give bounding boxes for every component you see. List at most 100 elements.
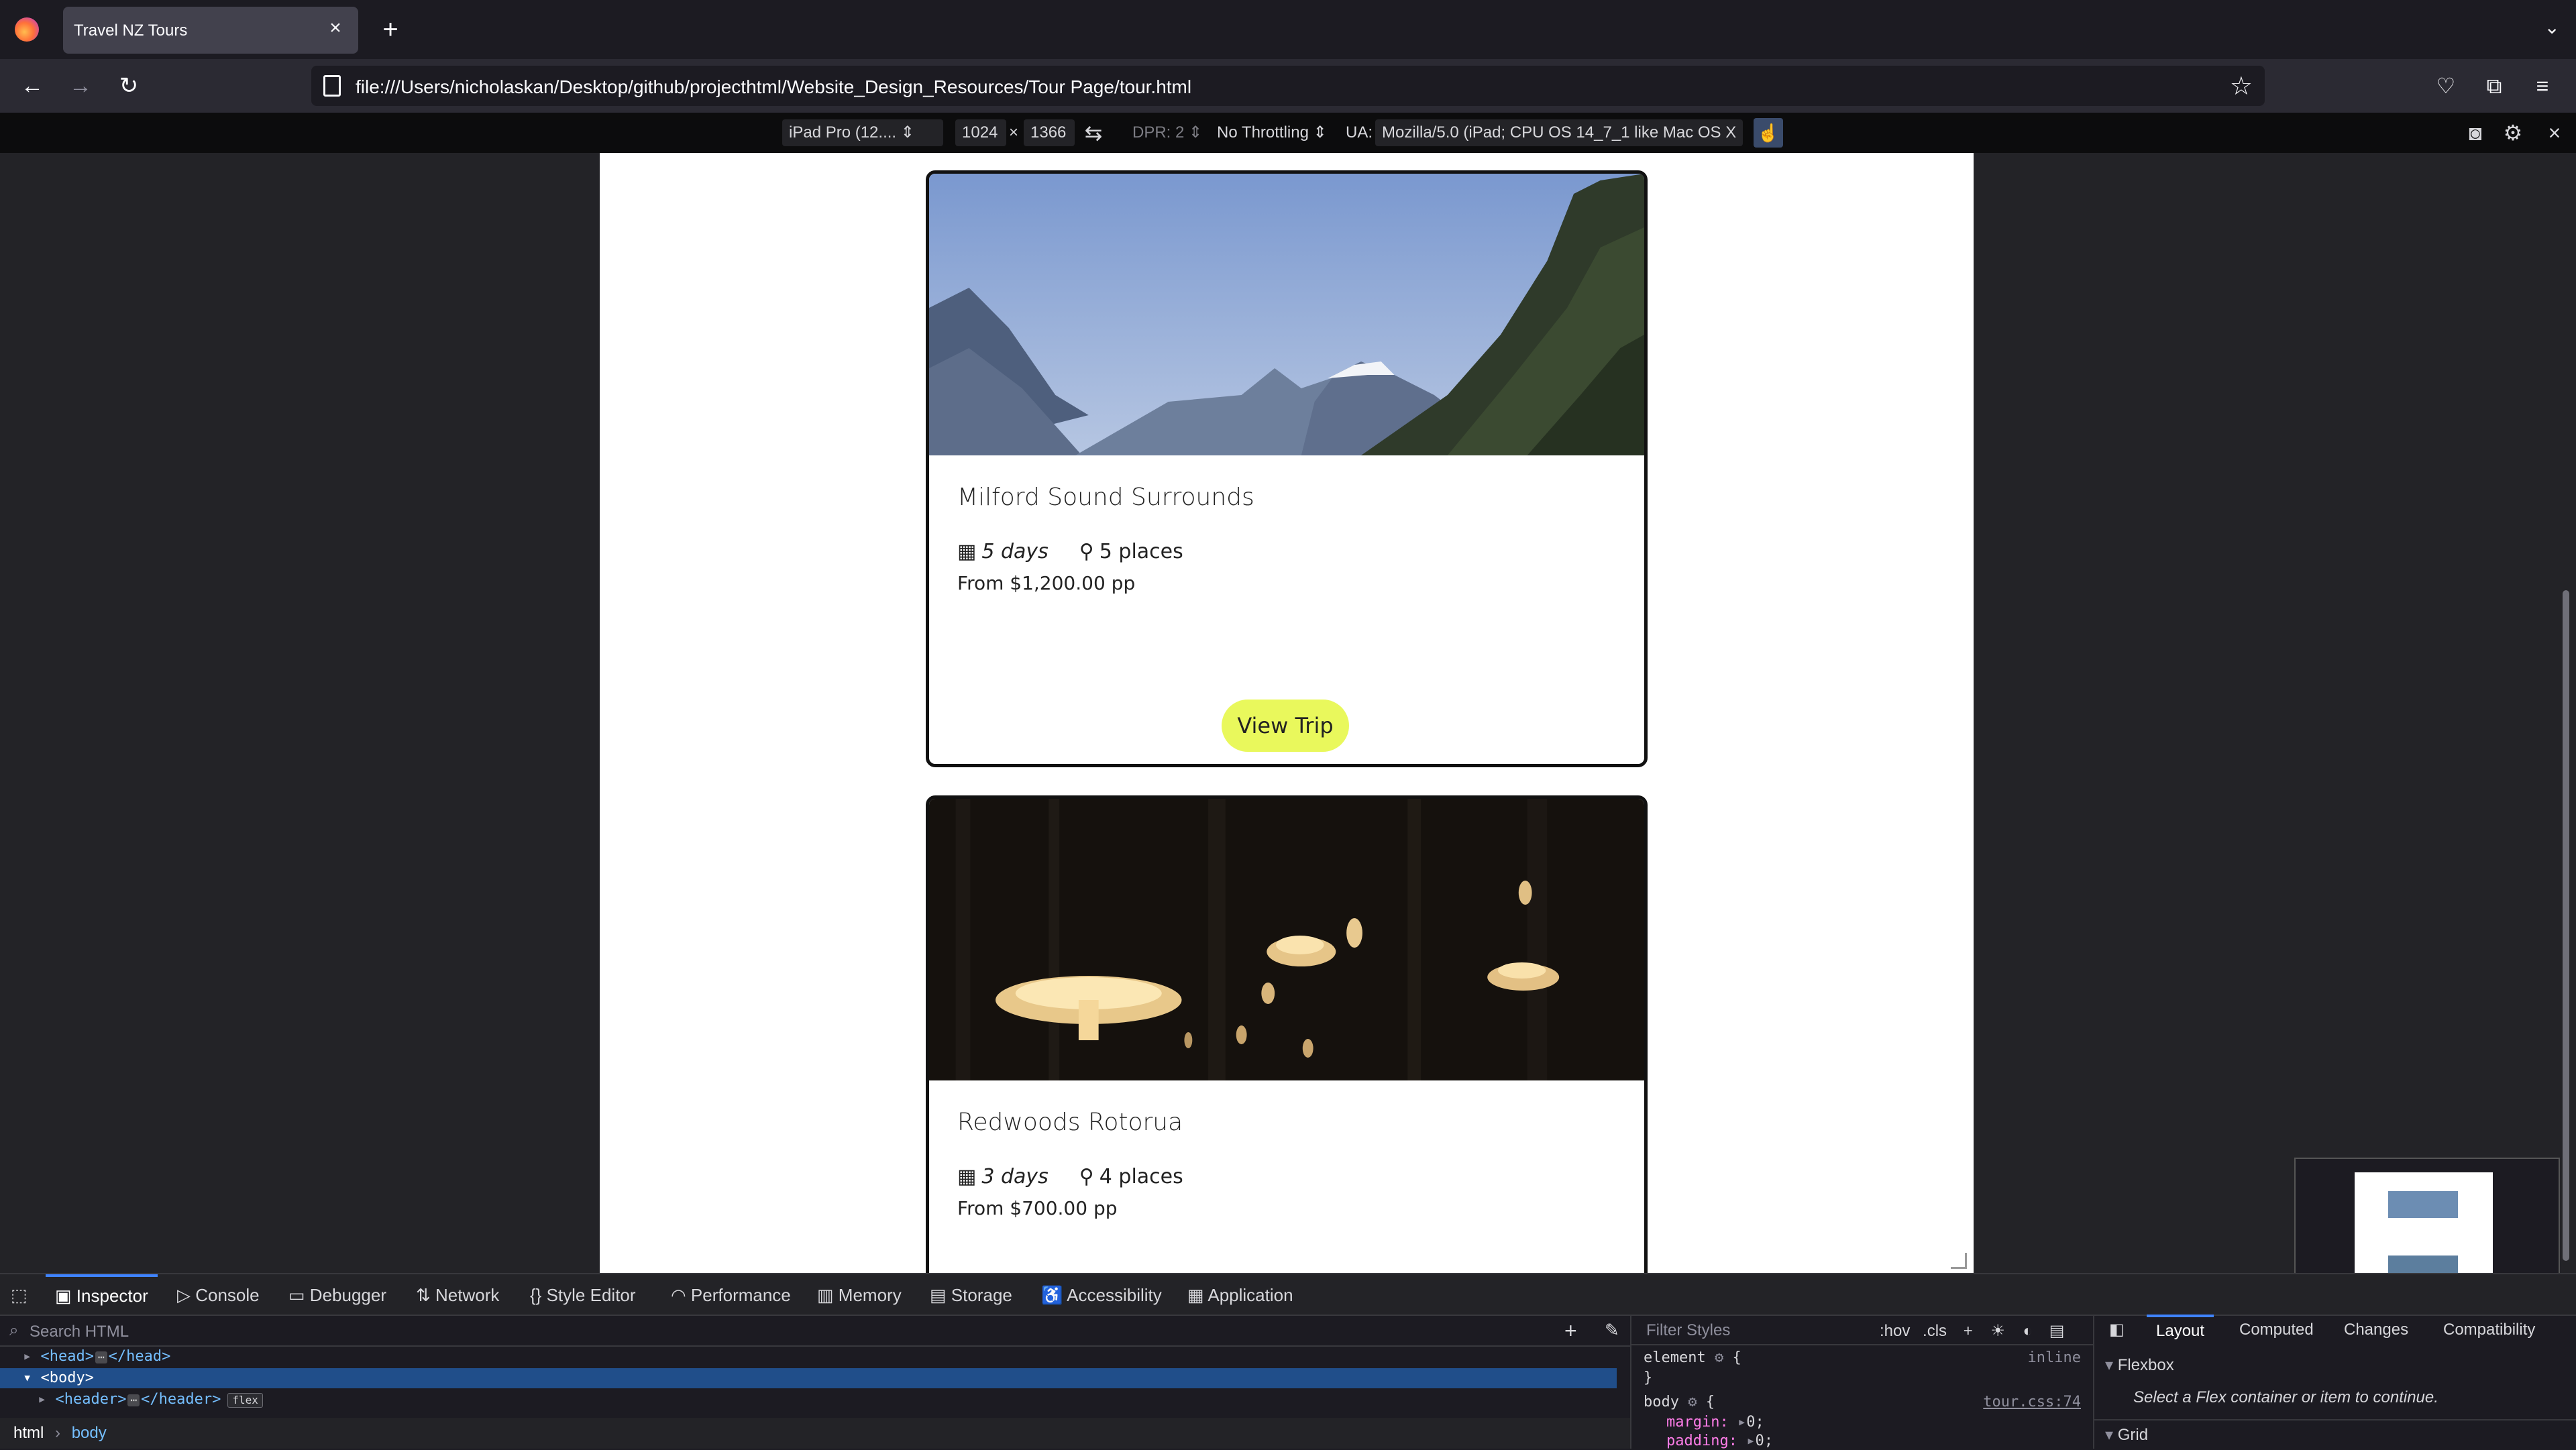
hov-toggle[interactable]: :hov: [1880, 1322, 1910, 1340]
css-property: padding:: [1666, 1433, 1737, 1449]
add-node-icon[interactable]: +: [1564, 1319, 1577, 1343]
viewport-resize-handle[interactable]: [1951, 1253, 1967, 1269]
tree-row-body[interactable]: ▾ <body>: [0, 1368, 1617, 1388]
bookmark-star-icon[interactable]: ☆: [2230, 71, 2253, 101]
margin-declaration[interactable]: margin: ▸0;: [1666, 1414, 1764, 1431]
tour-price: From $700.00 pp: [957, 1197, 1118, 1219]
tab-label: Console: [195, 1285, 260, 1305]
tab-accessibility[interactable]: ♿ Accessibility: [1041, 1274, 1162, 1316]
settings-gear-icon[interactable]: ⚙: [2501, 121, 2525, 145]
viewport-width: 1024: [962, 123, 998, 142]
cls-toggle[interactable]: .cls: [1923, 1322, 1947, 1340]
rule-brace: {: [1732, 1349, 1741, 1366]
device-name: iPad Pro (12....: [789, 123, 897, 142]
tour-places-group: ⚲ 5 places: [1079, 540, 1183, 563]
file-icon: [323, 75, 341, 97]
tour-title: Redwoods Rotorua: [957, 1109, 1183, 1136]
calendar-icon: ▦: [957, 540, 977, 563]
chevron-down-icon[interactable]: ⌄: [2544, 16, 2560, 38]
dark-theme-icon[interactable]: ◐: [2023, 1322, 2033, 1340]
browser-tab[interactable]: Travel NZ Tours ×: [63, 7, 358, 54]
tree-row-head[interactable]: ▸ <head> ⋯ </head>: [0, 1347, 1617, 1367]
tab-style-editor[interactable]: {} Style Editor: [530, 1274, 636, 1316]
tab-label: Memory: [838, 1285, 902, 1305]
tab-label: Style Editor: [546, 1285, 636, 1305]
rule-source: inline: [2027, 1349, 2081, 1366]
close-tab-icon[interactable]: ×: [322, 15, 349, 42]
tab-console[interactable]: ▷ Console: [177, 1274, 260, 1316]
viewport-width-input[interactable]: 1024: [955, 119, 1006, 146]
map-pin-icon: ⚲: [1079, 540, 1094, 563]
pocket-icon[interactable]: ♡: [2431, 71, 2461, 101]
new-tab-button[interactable]: +: [376, 15, 405, 44]
device-selector[interactable]: iPad Pro (12.... ⇕: [782, 119, 943, 146]
tab-inspector[interactable]: ▣ Inspector: [46, 1274, 158, 1316]
dpr-selector[interactable]: DPR: 2 ⇕: [1132, 119, 1202, 146]
touch-simulation-icon[interactable]: ☝: [1754, 118, 1783, 148]
body-rule: body ⚙ {: [1644, 1394, 1715, 1410]
tab-computed[interactable]: Computed: [2239, 1315, 2314, 1345]
user-agent-value: Mozilla/5.0 (iPad; CPU OS 14_7_1 like Ma…: [1382, 123, 1737, 142]
header-close-tag: </header>: [141, 1391, 221, 1408]
tab-memory[interactable]: ▥ Memory: [817, 1274, 902, 1316]
viewport-scrollbar[interactable]: [2563, 590, 2569, 1261]
url-bar[interactable]: file:///Users/nicholaskan/Desktop/github…: [311, 66, 2265, 106]
rule-selector: element: [1644, 1349, 1706, 1366]
filter-styles-input[interactable]: Filter Styles: [1646, 1321, 1730, 1340]
view-trip-button[interactable]: View Trip: [1222, 700, 1349, 752]
rule-gear-icon[interactable]: ⚙: [1688, 1394, 1697, 1410]
light-theme-icon[interactable]: ☀: [1990, 1322, 2005, 1340]
filter-styles-bar[interactable]: Filter Styles :hov .cls + ☀ ◐ ▤: [1631, 1315, 2094, 1345]
html-search-input[interactable]: Search HTML: [30, 1323, 129, 1341]
rule-source-link[interactable]: tour.css:74: [1983, 1394, 2081, 1410]
tour-meta: ▦ 3 days ⚲ 4 places: [957, 1165, 1183, 1188]
head-tag: <head>: [40, 1348, 94, 1365]
add-rule-icon[interactable]: +: [1964, 1322, 1973, 1340]
tab-label: Debugger: [309, 1285, 386, 1305]
reload-button[interactable]: ↻: [113, 70, 145, 102]
breadcrumb-html[interactable]: html: [13, 1424, 44, 1442]
element-picker-icon[interactable]: ⬚: [11, 1274, 28, 1316]
forward-button[interactable]: →: [64, 70, 97, 102]
tab-performance[interactable]: ◠ Performance: [671, 1274, 791, 1316]
rule-gear-icon[interactable]: ⚙: [1715, 1349, 1723, 1366]
collapsed-ellipsis[interactable]: ⋯: [95, 1351, 107, 1363]
navigation-bar: ← → ↻ file:///Users/nicholaskan/Desktop/…: [0, 59, 2576, 113]
close-rdm-icon[interactable]: ×: [2542, 121, 2567, 145]
tab-network[interactable]: ⇅ Network: [416, 1274, 499, 1316]
tab-compatibility[interactable]: Compatibility: [2443, 1315, 2535, 1345]
html-search-bar[interactable]: ⌕ Search HTML + ✎: [0, 1316, 1630, 1347]
grid-label: Grid: [2117, 1426, 2149, 1444]
screenshot-icon[interactable]: ◙: [2463, 121, 2487, 145]
css-value: 0;: [1746, 1414, 1764, 1431]
calendar-icon: ▦: [957, 1165, 977, 1188]
flex-badge[interactable]: flex: [227, 1393, 263, 1408]
toggle-sidebar-icon[interactable]: ◧: [2109, 1315, 2125, 1345]
throttling-selector[interactable]: No Throttling ⇕: [1217, 119, 1327, 146]
eyedropper-icon[interactable]: ✎: [1605, 1320, 1619, 1341]
menu-icon[interactable]: ≡: [2528, 71, 2557, 101]
tab-layout[interactable]: Layout: [2147, 1315, 2214, 1345]
grid-section[interactable]: ▾ Grid: [2094, 1419, 2576, 1449]
back-button[interactable]: ←: [16, 70, 48, 102]
tour-duration: 5 days: [981, 540, 1049, 563]
viewport-height-input[interactable]: 1366: [1024, 119, 1075, 146]
tour-places: 5 places: [1099, 540, 1183, 563]
tab-debugger[interactable]: ▭ Debugger: [288, 1274, 386, 1316]
flexbox-section[interactable]: ▾ Flexbox: [2094, 1349, 2576, 1382]
padding-declaration[interactable]: padding: ▸0;: [1666, 1433, 1773, 1449]
map-pin-icon: ⚲: [1079, 1165, 1094, 1188]
tour-card: Redwoods Rotorua ▦ 3 days ⚲ 4 places Fro…: [926, 795, 1648, 1273]
user-agent-input[interactable]: Mozilla/5.0 (iPad; CPU OS 14_7_1 like Ma…: [1375, 119, 1743, 146]
tab-storage[interactable]: ▤ Storage: [930, 1274, 1012, 1316]
rotate-icon[interactable]: ⇆: [1081, 121, 1106, 145]
collapsed-ellipsis[interactable]: ⋯: [127, 1394, 140, 1406]
print-media-icon[interactable]: ▤: [2049, 1322, 2065, 1340]
breadcrumb-body[interactable]: body: [72, 1424, 107, 1442]
extensions-icon[interactable]: ⧉: [2479, 71, 2509, 101]
tab-changes[interactable]: Changes: [2344, 1315, 2408, 1345]
tour-title: Milford Sound Surrounds: [957, 484, 1254, 511]
tree-row-header[interactable]: ▸ <header> ⋯ </header> flex: [0, 1390, 1617, 1410]
tab-application[interactable]: ▦ Application: [1187, 1274, 1293, 1316]
dpr-value: DPR: 2: [1132, 123, 1185, 142]
